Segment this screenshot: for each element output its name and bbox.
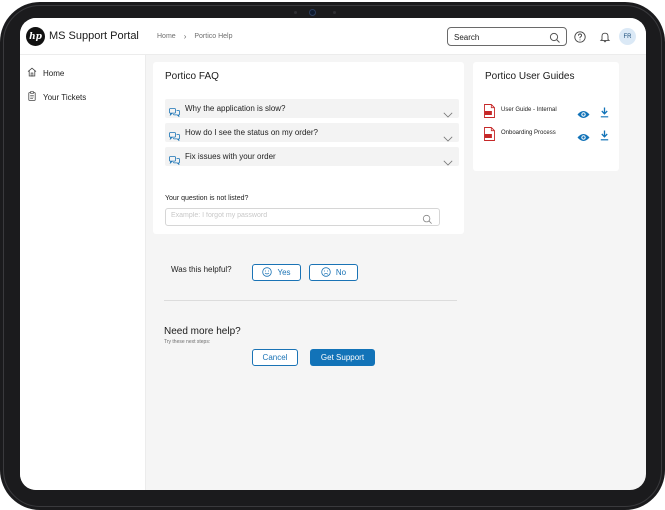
sensor — [333, 11, 336, 14]
faq-card: Portico FAQ Why the application is slow?… — [153, 62, 464, 234]
more-help-title: Need more help? — [164, 326, 241, 337]
app-title: MS Support Portal — [49, 30, 139, 42]
not-listed-label: Your question is not listed? — [165, 195, 249, 202]
top-bar: hp MS Support Portal Home › Portico Help… — [20, 18, 646, 55]
pdf-icon — [484, 127, 495, 146]
yes-button[interactable]: Yes — [252, 264, 301, 281]
eye-icon[interactable] — [577, 129, 590, 147]
home-icon — [27, 67, 37, 79]
guide-row: Onboarding Process — [484, 127, 612, 141]
clipboard-icon — [27, 91, 37, 103]
guides-title: Portico User Guides — [485, 71, 575, 82]
breadcrumb-home[interactable]: Home — [157, 33, 176, 40]
help-icon[interactable] — [574, 30, 586, 48]
sidebar-item-label: Your Tickets — [43, 92, 87, 102]
pdf-icon — [484, 104, 495, 123]
no-label: No — [335, 268, 347, 277]
chevron-down-icon[interactable] — [443, 129, 453, 147]
camera — [309, 9, 316, 16]
sidebar-item-label: Home — [43, 68, 65, 78]
faq-question: Fix issues with your order — [185, 152, 276, 161]
guide-name[interactable]: Onboarding Process — [501, 130, 556, 136]
smile-icon — [262, 266, 273, 279]
chat-bubbles-icon — [169, 104, 180, 122]
faq-search-field[interactable] — [165, 208, 440, 226]
guide-row: User Guide - Internal — [484, 104, 612, 118]
no-button[interactable]: No — [309, 264, 358, 281]
frown-icon — [321, 266, 331, 279]
faq-search-input[interactable] — [171, 212, 411, 219]
download-icon[interactable] — [600, 105, 609, 123]
sidebar: Home Your Tickets — [20, 55, 146, 490]
sidebar-item-home[interactable]: Home — [27, 67, 64, 79]
guide-name[interactable]: User Guide - Internal — [501, 107, 557, 113]
chevron-down-icon[interactable] — [443, 105, 453, 123]
yes-label: Yes — [277, 268, 291, 277]
chevron-right-icon: › — [183, 32, 187, 41]
faq-question: How do I see the status on my order? — [185, 128, 318, 137]
more-help-subtitle: Try these next steps: — [164, 339, 211, 345]
bell-icon[interactable] — [599, 30, 611, 48]
faq-item[interactable]: Why the application is slow? — [165, 99, 459, 118]
breadcrumb-current: Portico Help — [194, 33, 233, 40]
search-placeholder: Search — [454, 33, 480, 42]
divider — [164, 300, 457, 301]
chat-bubbles-icon — [169, 152, 180, 170]
sidebar-item-tickets[interactable]: Your Tickets — [27, 91, 86, 103]
faq-title: Portico FAQ — [165, 71, 219, 82]
faq-item[interactable]: Fix issues with your order — [165, 147, 459, 166]
user-guides-card: Portico User Guides User Guide - Interna… — [473, 62, 619, 171]
helpful-question: Was this helpful? — [171, 265, 232, 274]
screen: hp MS Support Portal Home › Portico Help… — [20, 18, 646, 490]
faq-question: Why the application is slow? — [185, 104, 286, 113]
search-input[interactable]: Search — [447, 27, 567, 46]
get-support-button[interactable]: Get Support — [310, 349, 375, 366]
sensor — [294, 11, 297, 14]
download-icon[interactable] — [600, 128, 609, 146]
faq-item[interactable]: How do I see the status on my order? — [165, 123, 459, 142]
search-icon[interactable] — [549, 31, 561, 49]
eye-icon[interactable] — [577, 106, 590, 124]
breadcrumb: Home › Portico Help — [157, 32, 233, 41]
hp-logo[interactable]: hp — [26, 27, 45, 46]
avatar[interactable]: FR — [619, 28, 636, 45]
search-icon[interactable] — [422, 212, 433, 230]
chat-bubbles-icon — [169, 128, 180, 146]
cancel-button[interactable]: Cancel — [252, 349, 298, 366]
chevron-down-icon[interactable] — [443, 153, 453, 171]
